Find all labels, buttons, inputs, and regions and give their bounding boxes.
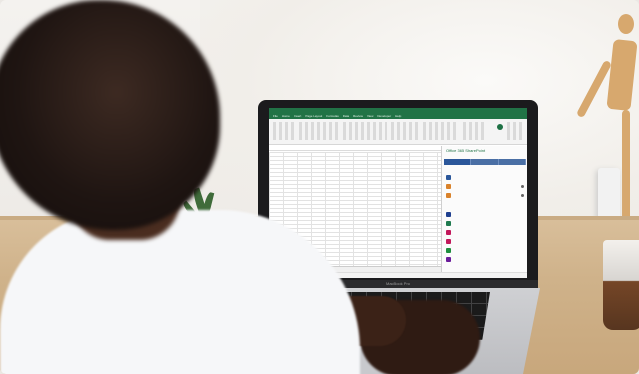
library-icon (446, 247, 451, 253)
link-icon (446, 174, 451, 180)
formula-bar[interactable] (269, 146, 441, 151)
pane-list-item[interactable] (446, 191, 524, 199)
ribbon-group-editing[interactable] (507, 122, 523, 140)
pane-list-item[interactable] (446, 182, 524, 190)
ribbon-group-alignment[interactable] (343, 122, 387, 140)
pane-title: Office 365 SharePoint (446, 148, 486, 153)
wooden-mannequin-leg (622, 110, 630, 220)
wooden-mannequin-head (618, 14, 634, 34)
pane-list-item[interactable] (446, 173, 524, 181)
person-head (0, 0, 220, 230)
pane-list-item[interactable] (446, 237, 524, 245)
coffee-mug (603, 240, 639, 330)
ribbon-group-clipboard[interactable] (273, 122, 295, 140)
site-icon (446, 183, 451, 189)
pane-tab-2[interactable] (471, 159, 499, 165)
library-icon (446, 211, 451, 217)
library-icon (446, 220, 451, 226)
library-icon (446, 229, 451, 235)
pane-list-item[interactable] (446, 246, 524, 254)
excel-ribbon (269, 119, 527, 145)
pane-list-item[interactable] (446, 255, 524, 263)
ribbon-group-number[interactable] (391, 122, 419, 140)
pane-list-item[interactable] (446, 210, 524, 218)
pane-tab-3[interactable] (499, 159, 526, 165)
library-icon (446, 238, 451, 244)
photo-scene: File Home Insert Page Layout Formulas Da… (0, 0, 639, 374)
add-in-pane: Office 365 SharePoint (441, 146, 527, 272)
ribbon-group-styles[interactable] (423, 122, 459, 140)
pane-list-item[interactable] (446, 219, 524, 227)
pane-list-item[interactable] (446, 228, 524, 236)
ribbon-group-font[interactable] (299, 122, 339, 140)
ribbon-group-cells[interactable] (463, 122, 487, 140)
library-icon (446, 256, 451, 262)
pane-tab-bar (444, 159, 526, 165)
ribbon-green-icon[interactable] (497, 124, 503, 130)
more-icon[interactable] (521, 184, 524, 188)
site-icon (446, 192, 451, 198)
pane-tab-1[interactable] (444, 159, 472, 165)
more-icon[interactable] (521, 193, 524, 197)
